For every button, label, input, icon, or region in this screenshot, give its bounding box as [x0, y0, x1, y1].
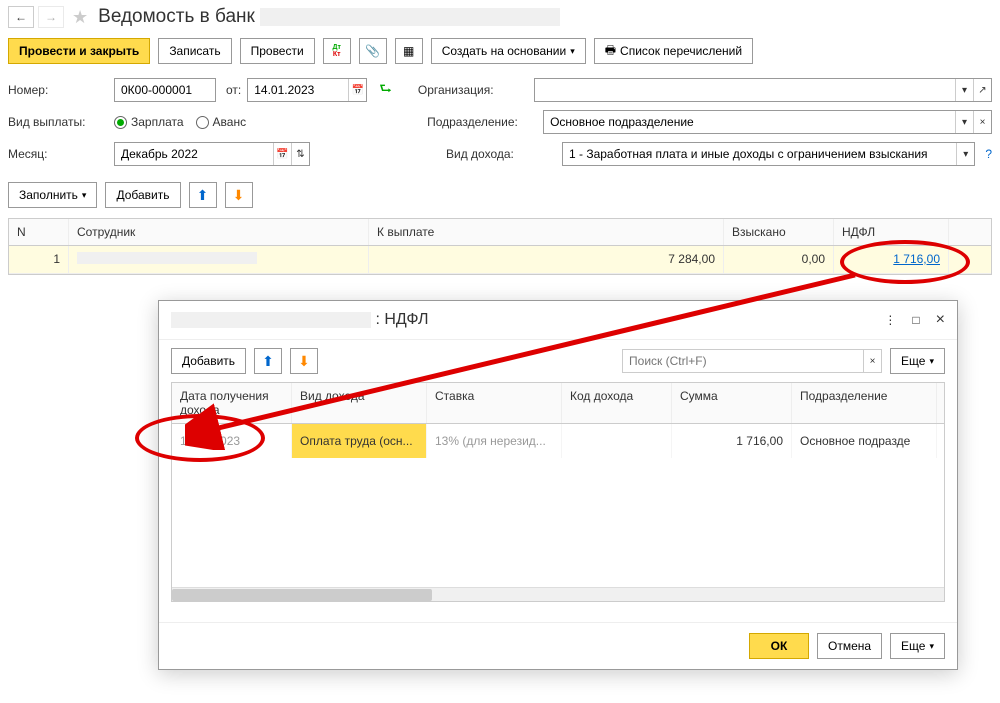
popup-table: Дата получения дохода Вид дохода Ставка … [171, 382, 945, 602]
more-icon[interactable]: ⋮ [884, 313, 896, 327]
add-button[interactable]: Добавить [105, 182, 180, 208]
popup-footer-more-button[interactable]: Еще ▾ [890, 633, 945, 659]
popup-add-button[interactable]: Добавить [171, 348, 246, 374]
pth-dept[interactable]: Подразделение [792, 383, 937, 423]
pcell-sum: 1 716,00 [672, 424, 792, 458]
radio-advance[interactable]: Аванс [196, 115, 247, 129]
action-toolbar: Провести и закрыть Записать Провести ДтК… [0, 34, 1000, 74]
spinner-icon[interactable]: ⇅ [291, 143, 309, 165]
dept-input[interactable]: ▾× [543, 110, 992, 134]
post-button[interactable]: Провести [240, 38, 315, 64]
payment-type-label: Вид выплаты: [8, 115, 108, 129]
form-fields: Номер: от: 📅 ⮑ Организация: ▾↗ Вид выпла… [0, 74, 1000, 178]
popup-footer: ОК Отмена Еще ▾ [159, 622, 957, 669]
popup-move-down-button[interactable]: ⬇ [290, 348, 318, 374]
fill-button[interactable]: Заполнить ▾ [8, 182, 97, 208]
pcell-dept: Основное подразде [792, 424, 937, 458]
popup-table-row[interactable]: 14.01.2023 Оплата труда (осн... 13% (для… [172, 424, 944, 458]
th-tax[interactable]: Взыскано [724, 219, 834, 245]
month-label: Месяц: [8, 147, 108, 161]
th-ndfl[interactable]: НДФЛ [834, 219, 949, 245]
month-input[interactable]: 📅⇅ [114, 142, 310, 166]
attach-button[interactable]: 📎 [359, 38, 387, 64]
dropdown-icon[interactable]: ▾ [956, 143, 974, 165]
popup-cancel-button[interactable]: Отмена [817, 633, 882, 659]
popup-search[interactable]: × [622, 349, 882, 373]
create-based-button[interactable]: Создать на основании ▾ [431, 38, 586, 64]
pth-code[interactable]: Код дохода [562, 383, 672, 423]
save-button[interactable]: Записать [158, 38, 231, 64]
cell-tax: 0,00 [724, 246, 834, 273]
th-employee[interactable]: Сотрудник [69, 219, 369, 245]
number-input[interactable] [114, 78, 216, 102]
fill-toolbar: Заполнить ▾ Добавить ⬆ ⬇ [0, 178, 1000, 218]
horizontal-scrollbar[interactable] [172, 587, 944, 601]
org-input[interactable]: ▾↗ [534, 78, 992, 102]
popup-title: : НДФЛ [171, 311, 876, 329]
open-icon[interactable]: ↗ [973, 79, 991, 101]
posted-icon: ⮑ [379, 78, 392, 102]
maximize-icon[interactable]: □ [912, 313, 919, 327]
employees-table: N Сотрудник К выплате Взыскано НДФЛ 1 7 … [8, 218, 992, 275]
table-header: N Сотрудник К выплате Взыскано НДФЛ [9, 219, 991, 246]
clear-icon[interactable]: × [973, 111, 991, 133]
forward-button[interactable]: → [38, 6, 64, 28]
calendar-icon[interactable]: 📅 [273, 143, 291, 165]
transfer-list-button[interactable]: 🖶 Список перечислений [594, 38, 753, 64]
payment-type-radio: Зарплата Аванс [114, 115, 246, 129]
date-input[interactable]: 📅 [247, 78, 367, 102]
pth-income[interactable]: Вид дохода [292, 383, 427, 423]
ndfl-popup: : НДФЛ ⋮ □ × Добавить ⬆ ⬇ × Еще ▾ Дата п… [158, 300, 958, 670]
popup-titlebar: : НДФЛ ⋮ □ × [159, 301, 957, 340]
pth-rate[interactable]: Ставка [427, 383, 562, 423]
clear-search-icon[interactable]: × [863, 350, 881, 372]
cell-pay: 7 284,00 [369, 246, 724, 273]
pcell-income[interactable]: Оплата труда (осн... [292, 424, 427, 458]
dropdown-icon[interactable]: ▾ [955, 111, 973, 133]
dept-label: Подразделение: [427, 115, 537, 129]
pth-sum[interactable]: Сумма [672, 383, 792, 423]
dtkt-button[interactable]: ДтКт [323, 38, 351, 64]
date-label: от: [226, 83, 241, 97]
back-button[interactable]: ← [8, 6, 34, 28]
pcell-rate: 13% (для нерезид... [427, 424, 562, 458]
radio-salary[interactable]: Зарплата [114, 115, 184, 129]
move-up-button[interactable]: ⬆ [189, 182, 217, 208]
post-close-button[interactable]: Провести и закрыть [8, 38, 150, 64]
popup-table-header: Дата получения дохода Вид дохода Ставка … [172, 383, 944, 424]
nav-toolbar: ← → ★ Ведомость в банк [0, 0, 1000, 34]
income-type-input[interactable]: ▾ [562, 142, 975, 166]
popup-more-button[interactable]: Еще ▾ [890, 348, 945, 374]
pcell-code [562, 424, 672, 458]
cell-ndfl[interactable]: 1 716,00 [834, 246, 949, 273]
favorite-icon[interactable]: ★ [72, 7, 88, 28]
page-title: Ведомость в банк [98, 6, 560, 28]
income-type-label: Вид дохода: [446, 147, 556, 161]
pth-date[interactable]: Дата получения дохода [172, 383, 292, 423]
popup-move-up-button[interactable]: ⬆ [254, 348, 282, 374]
dropdown-icon[interactable]: ▾ [955, 79, 973, 101]
th-n[interactable]: N [9, 219, 69, 245]
table-row[interactable]: 1 7 284,00 0,00 1 716,00 [9, 246, 991, 274]
ok-button[interactable]: ОК [749, 633, 809, 659]
help-icon[interactable]: ? [985, 147, 992, 161]
number-label: Номер: [8, 83, 108, 97]
calendar-icon[interactable]: 📅 [348, 79, 366, 101]
org-label: Организация: [418, 83, 528, 97]
close-icon[interactable]: × [936, 311, 945, 329]
th-pay[interactable]: К выплате [369, 219, 724, 245]
structure-button[interactable]: ▦ [395, 38, 423, 64]
popup-toolbar: Добавить ⬆ ⬇ × Еще ▾ [159, 340, 957, 382]
cell-n: 1 [9, 246, 69, 273]
cell-employee [69, 246, 369, 273]
pcell-date: 14.01.2023 [172, 424, 292, 458]
move-down-button[interactable]: ⬇ [225, 182, 253, 208]
